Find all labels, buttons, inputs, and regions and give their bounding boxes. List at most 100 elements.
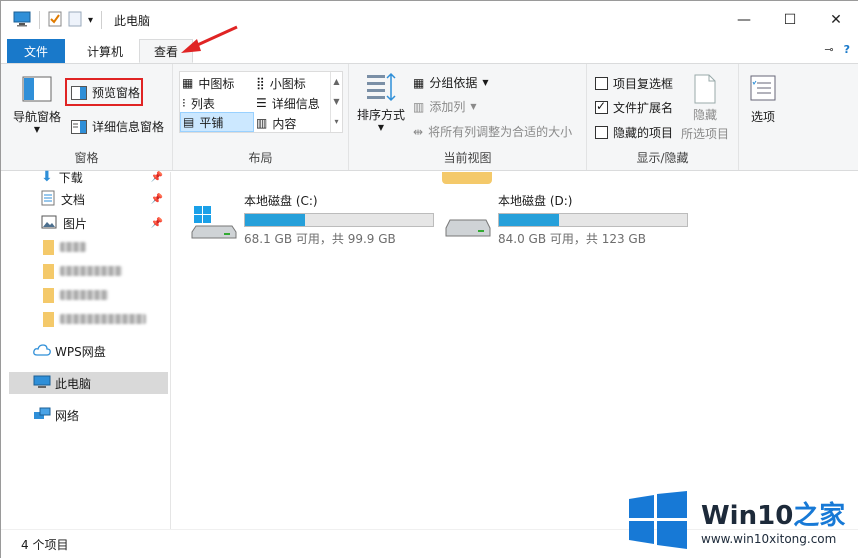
navigation-pane: ⬇ 下载 📌 文档 📌 图片 📌 WPS网盘 此电脑 网络 (1, 169, 171, 529)
item-checkboxes-toggle[interactable]: 项目复选框 (595, 75, 673, 92)
layout-details[interactable]: ☰ 详细信息 (256, 93, 320, 113)
nav-item-network[interactable]: 网络 (1, 404, 169, 426)
hide-selected-label-1: 隐藏 (693, 108, 718, 122)
separator (101, 11, 103, 29)
layout-list[interactable]: ⁝ 列表 (182, 93, 215, 113)
folder-icon (43, 263, 54, 279)
explorer-window: ▾ 此电脑 — ☐ ✕ 文件 计算机 查看 ⊸ ? 导航窗格 ▼ 预览窗格 详细… (0, 0, 858, 558)
tab-computer[interactable]: 计算机 (73, 39, 137, 63)
watermark-title: Win10之家 (701, 495, 845, 532)
layout-gallery: ▦ 中图标 ⣿ 小图标 ⁝ 列表 ☰ 详细信息 ▤ 平铺 ▥ 内容 ▲ ▼ ▾ (179, 71, 343, 133)
layout-item-label: 详细信息 (271, 96, 320, 111)
nav-item-wps-cloud[interactable]: WPS网盘 (1, 340, 169, 362)
nav-item-pictures[interactable]: 图片 📌 (1, 212, 169, 234)
show-hide-group-label: 显示/隐藏 (636, 151, 689, 165)
details-pane-icon (71, 119, 87, 134)
cloud-icon (33, 343, 51, 359)
drive-icon (445, 219, 491, 237)
details-pane-button[interactable]: 详细信息窗格 (71, 118, 164, 135)
layout-medium-icons[interactable]: ▦ 中图标 (182, 73, 234, 93)
chevron-down-icon: ▼ (482, 78, 489, 87)
medium-icons-icon: ▦ (182, 76, 194, 90)
maximize-button[interactable]: ☐ (767, 1, 813, 39)
panes-group: 导航窗格 ▼ 预览窗格 详细信息窗格 窗格 (1, 64, 173, 170)
document-icon (41, 190, 55, 209)
sort-by-label: 排序方式 (357, 108, 406, 122)
options-label: 选项 (750, 110, 775, 124)
properties-icon[interactable] (48, 11, 62, 30)
new-folder-icon[interactable] (68, 11, 82, 30)
computer-icon (33, 375, 51, 392)
preview-pane-label: 预览窗格 (92, 86, 141, 100)
watermark-url: www.win10xitong.com (701, 531, 837, 546)
nav-item-label: WPS网盘 (55, 344, 106, 359)
group-by-label: 分组依据 (429, 76, 478, 90)
hidden-items-toggle[interactable]: 隐藏的项目 (595, 124, 673, 141)
drive-usage-bar (244, 213, 434, 227)
nav-item-folder-blurred[interactable] (1, 260, 169, 282)
drive-tile[interactable]: 本地磁盘 (C:) 68.1 GB 可用，共 99.9 GB (190, 192, 434, 247)
add-columns-label: 添加列 (429, 100, 466, 114)
preview-pane-button[interactable]: 预览窗格 (71, 84, 140, 101)
nav-item-this-pc[interactable]: 此电脑 (9, 372, 168, 394)
options-icon (750, 75, 776, 101)
size-all-columns-label: 将所有列调整为合适的大小 (428, 125, 573, 139)
item-count: 4 个项目 (21, 538, 69, 552)
computer-icon[interactable] (13, 11, 31, 30)
pin-ribbon-icon[interactable]: ⊸ (824, 43, 833, 56)
minimize-button[interactable]: — (721, 1, 767, 39)
layout-content[interactable]: ▥ 内容 (256, 113, 296, 133)
size-columns-icon: ⇹ (413, 124, 424, 139)
hide-selected-button[interactable]: 隐藏 所选项目 (681, 74, 729, 142)
ribbon-tabs: 文件 计算机 查看 (1, 39, 858, 63)
drive-space: 84.0 GB 可用，共 123 GB (498, 232, 646, 246)
nav-item-folder-blurred[interactable] (1, 284, 169, 306)
item-checkboxes-label: 项目复选框 (613, 77, 674, 91)
drive-name: 本地磁盘 (C:) (244, 194, 318, 208)
layout-tiles[interactable]: ▤ 平铺 (180, 112, 254, 132)
size-all-columns-button[interactable]: ⇹ 将所有列调整为合适的大小 (413, 123, 572, 140)
pin-icon[interactable]: 📌 (151, 218, 163, 229)
blurred-label (60, 314, 146, 324)
tab-file[interactable]: 文件 (7, 39, 65, 63)
blurred-label (60, 290, 108, 300)
checkbox-checked[interactable] (595, 99, 608, 114)
windows-logo-icon (629, 491, 687, 549)
nav-item-folder-blurred[interactable] (1, 308, 169, 330)
folder-icon (442, 172, 492, 184)
chevron-down-icon: ▼ (470, 102, 477, 111)
panes-group-label: 窗格 (74, 151, 99, 165)
layout-gallery-scroll[interactable]: ▲ ▼ ▾ (330, 72, 342, 132)
pin-icon[interactable]: 📌 (151, 194, 163, 205)
windows-drive-icon (191, 206, 237, 239)
nav-item-downloads[interactable]: ⬇ 下载 📌 (1, 166, 169, 188)
drive-tile[interactable]: 本地磁盘 (D:) 84.0 GB 可用，共 123 GB (444, 192, 688, 247)
nav-item-documents[interactable]: 文档 📌 (1, 188, 169, 210)
customize-qat-icon[interactable]: ▾ (88, 15, 93, 26)
hidden-items-label: 隐藏的项目 (613, 126, 674, 140)
nav-item-label: 文档 (61, 192, 86, 207)
navigation-pane-button[interactable]: 导航窗格 ▼ (13, 76, 61, 134)
folder-icon (43, 287, 54, 303)
file-extensions-label: 文件扩展名 (613, 101, 674, 115)
group-by-button[interactable]: ▦ 分组依据 ▼ (413, 74, 489, 91)
chevron-down-icon: ▼ (33, 125, 41, 134)
current-view-group-label: 当前视图 (443, 151, 492, 165)
quick-access-toolbar: ▾ (1, 1, 104, 39)
nav-item-label: 下载 (58, 170, 83, 185)
checkbox[interactable] (595, 77, 608, 90)
checkbox[interactable] (595, 126, 608, 139)
options-button[interactable]: 选项 (749, 74, 777, 125)
help-icon[interactable]: ? (844, 43, 850, 56)
layout-small-icons[interactable]: ⣿ 小图标 (256, 73, 306, 93)
pin-icon[interactable]: 📌 (151, 172, 163, 183)
close-button[interactable]: ✕ (813, 1, 858, 39)
content-icon: ▥ (256, 116, 268, 130)
add-columns-button[interactable]: ▥ 添加列 ▼ (413, 98, 477, 115)
window-controls: — ☐ ✕ (721, 1, 858, 39)
watermark-text: Win10之家 www.win10xitong.com (701, 495, 845, 546)
sort-by-button[interactable]: 排序方式 ▼ (357, 72, 405, 132)
nav-item-label: 此电脑 (55, 376, 92, 391)
file-extensions-toggle[interactable]: 文件扩展名 (595, 99, 673, 116)
nav-item-folder-blurred[interactable] (1, 236, 169, 258)
